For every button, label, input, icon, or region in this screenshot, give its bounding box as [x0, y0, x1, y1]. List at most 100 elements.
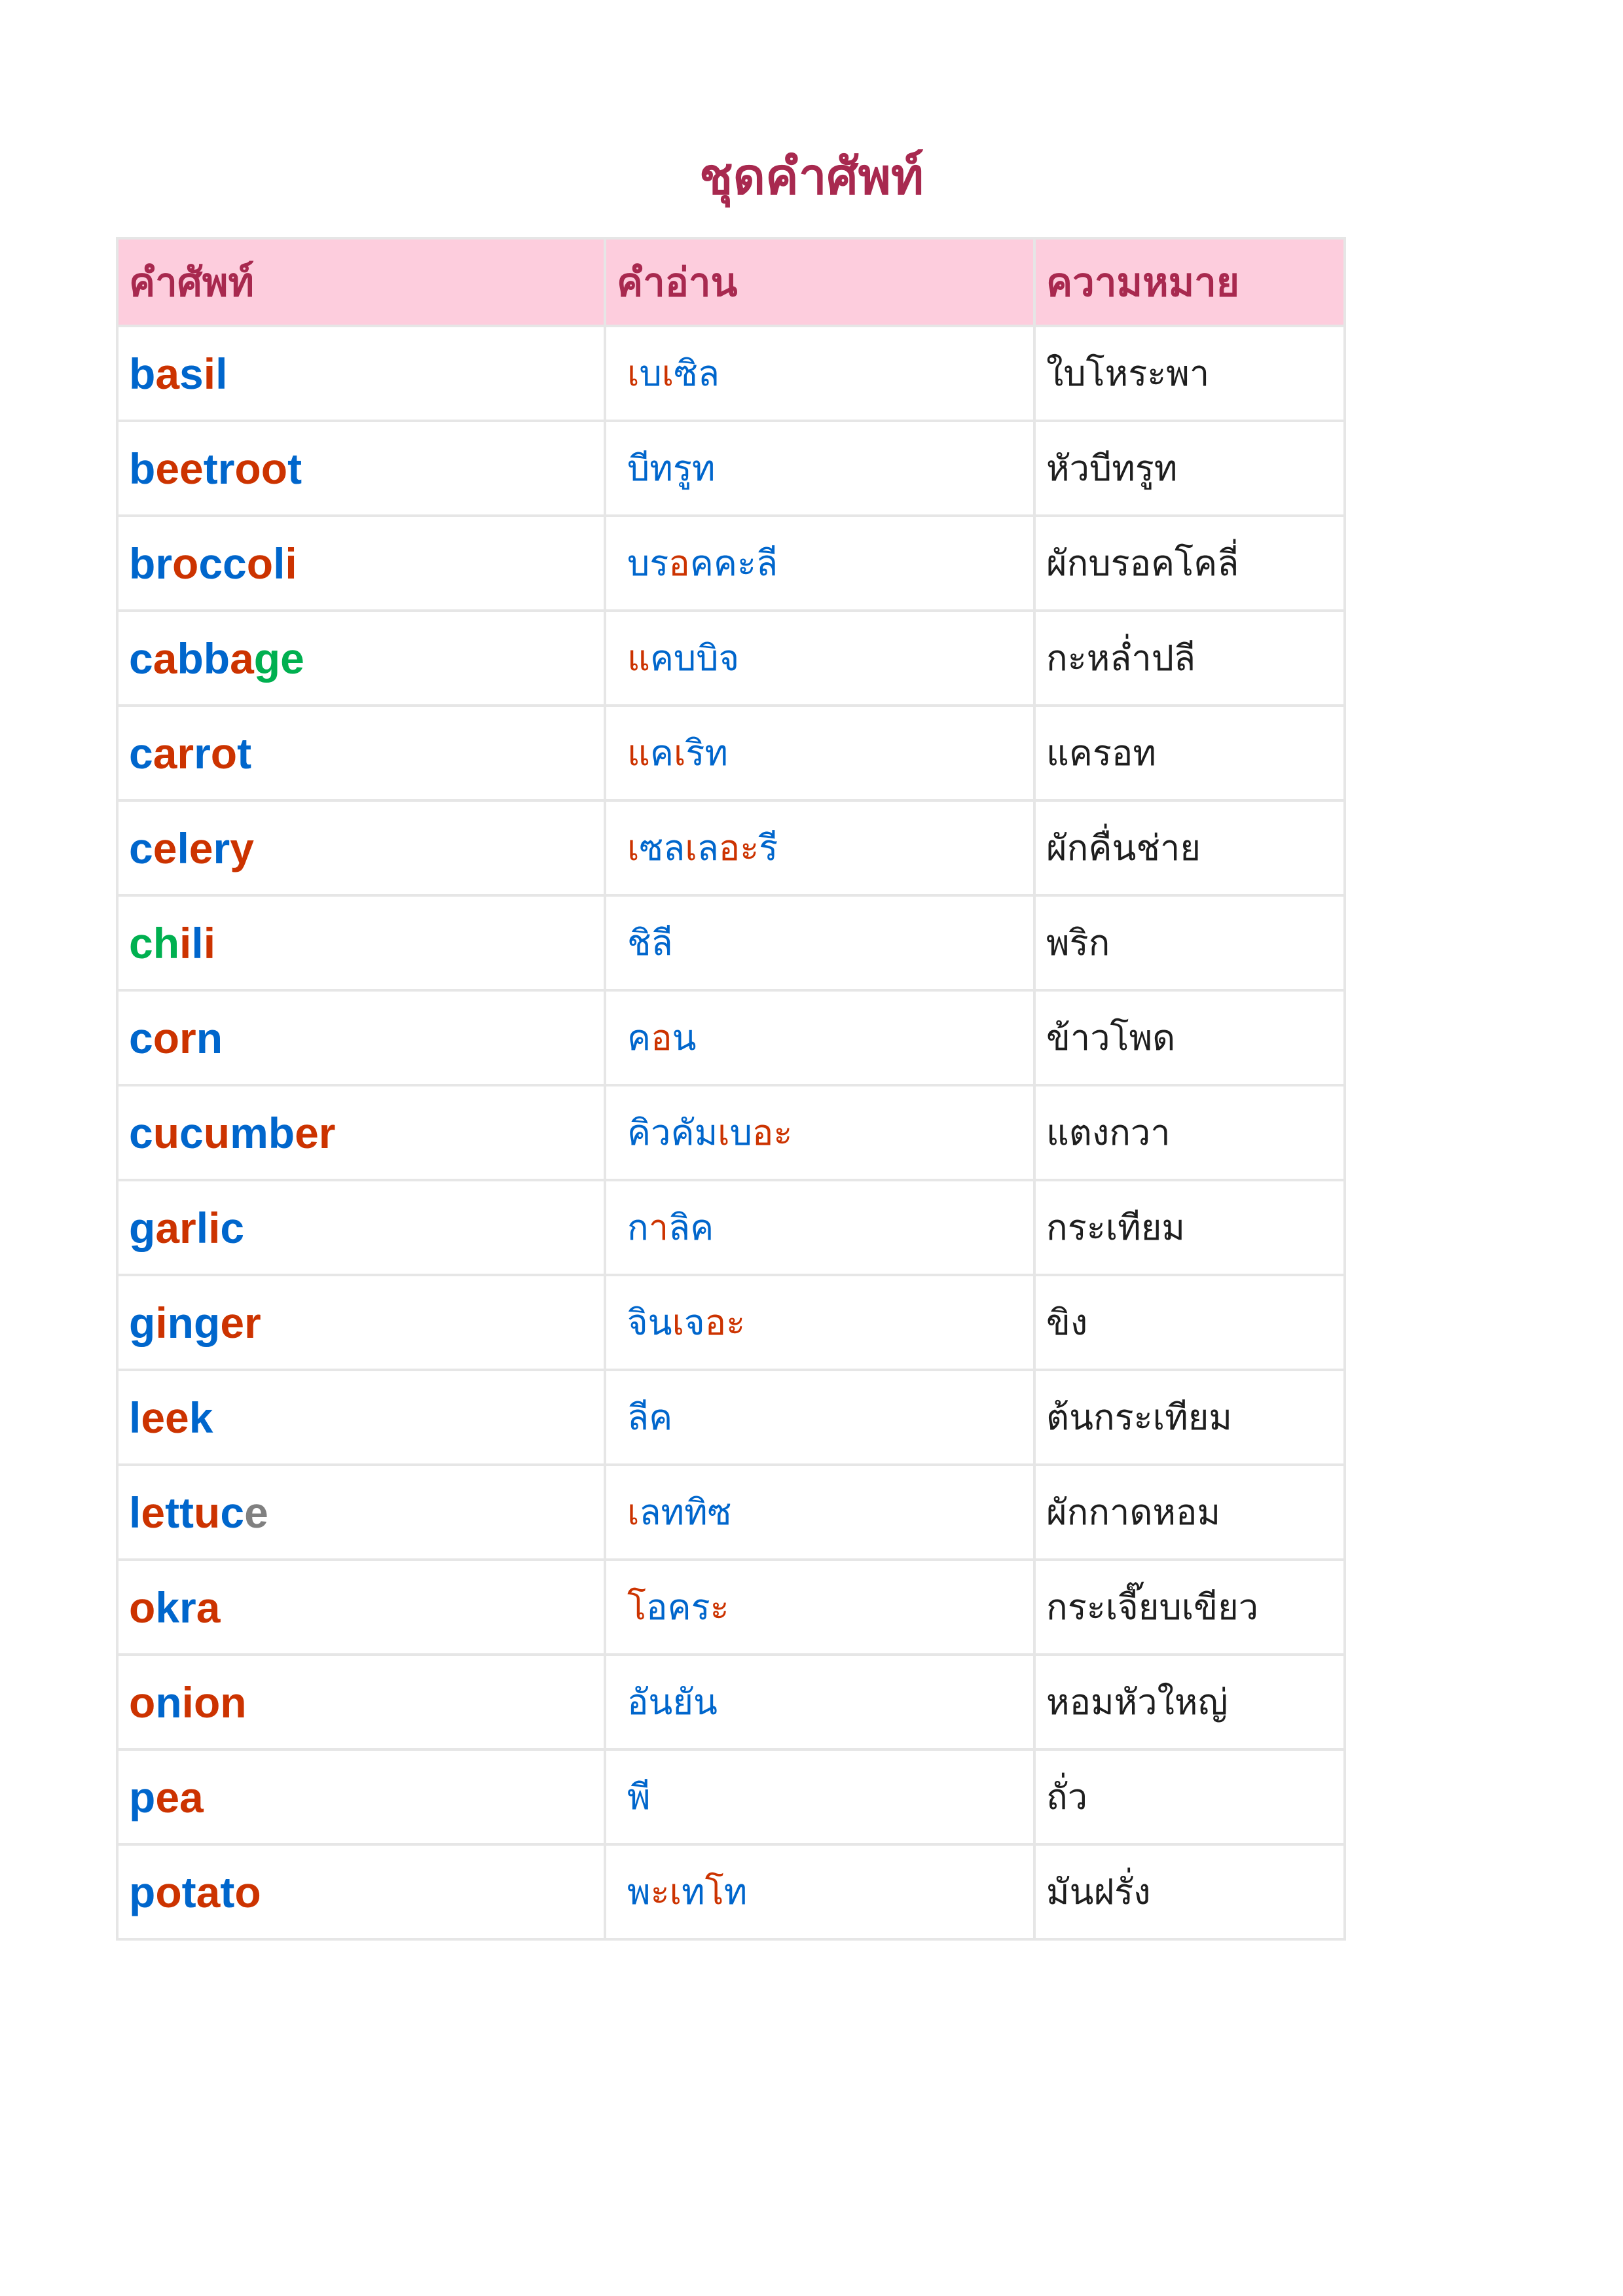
english-word: okra — [129, 1583, 220, 1632]
thai-meaning: กระเทียม — [1046, 1206, 1185, 1248]
meaning-cell: แครอท — [1033, 704, 1346, 802]
word-letter-segment: g — [129, 1203, 156, 1252]
pronunciation-segment: ค — [627, 1016, 651, 1058]
thai-pronunciation: พะเทโท — [617, 1874, 747, 1910]
word-letter-segment: l — [215, 349, 228, 398]
table-row: corn คอน ข้าวโพด — [116, 989, 1346, 1086]
thai-meaning: หัวบีทรูท — [1046, 447, 1178, 489]
pronunciation-segment: แ — [627, 732, 650, 774]
pronunciation-segment: บ — [729, 1111, 752, 1153]
thai-pronunciation: ลีค — [617, 1399, 672, 1435]
word-letter-segment: u — [203, 1108, 230, 1157]
english-word: basil — [129, 350, 227, 398]
english-word: potato — [129, 1868, 261, 1916]
word-letter-segment: a — [196, 1583, 221, 1632]
pronunciation-segment: อ — [651, 1016, 672, 1058]
word-letter-segment: i — [203, 349, 216, 398]
word-letter-segment: l — [129, 1488, 141, 1537]
vocabulary-cell: onion — [116, 1653, 606, 1751]
pronunciation-segment: ท — [682, 1871, 705, 1912]
pronunciation-segment: จิน — [627, 1301, 672, 1343]
thai-pronunciation: คิวคัมเบอะ — [617, 1115, 792, 1151]
english-word: corn — [129, 1014, 223, 1062]
word-letter-segment: a — [196, 1867, 221, 1916]
thai-pronunciation: เลททิซ — [617, 1494, 731, 1530]
thai-pronunciation: คอน — [617, 1020, 696, 1056]
thai-meaning: แตงกวา — [1046, 1111, 1171, 1153]
vocabulary-table: คำศัพท์ คำอ่าน ความหมาย basil เบเซิล ใบโหร… — [116, 237, 1346, 1941]
word-letter-segment: p — [129, 1867, 156, 1916]
thai-meaning: ข้าวโพด — [1046, 1016, 1176, 1058]
pronunciation-cell: จินเจอะ — [604, 1274, 1036, 1371]
word-letter-segment: n — [155, 1677, 182, 1727]
pronunciation-cell: พะเทโท — [604, 1843, 1036, 1941]
pronunciation-segment: ชิลี — [627, 922, 673, 963]
word-letter-segment: i — [285, 539, 297, 588]
meaning-cell: แตงกวา — [1033, 1084, 1346, 1181]
pronunciation-segment: แ — [627, 637, 650, 679]
table-row: chili ชิลี พริก — [116, 894, 1346, 992]
pronunciation-segment: บร — [627, 542, 669, 584]
pronunciation-segment: เ — [669, 1871, 682, 1912]
pronunciation-segment: โ — [627, 1586, 647, 1628]
english-word: broccoli — [129, 539, 297, 588]
word-letter-segment: l — [273, 539, 285, 588]
table-row: broccoli บรอคคะลี ผักบรอคโคลี่ — [116, 514, 1346, 612]
meaning-cell: ผักบรอคโคลี่ — [1033, 514, 1346, 612]
thai-pronunciation: จินเจอะ — [617, 1301, 745, 1343]
word-letter-segment: c — [129, 634, 153, 683]
word-letter-segment: e — [153, 823, 177, 872]
thai-meaning: แครอท — [1046, 732, 1156, 774]
word-letter-segment: ng — [167, 1298, 221, 1347]
meaning-cell: กระเทียม — [1033, 1179, 1346, 1276]
pronunciation-segment: อะ — [718, 827, 759, 869]
word-letter-segment: k — [189, 1393, 213, 1442]
word-letter-segment: a — [155, 349, 180, 398]
vocabulary-cell: broccoli — [116, 514, 606, 612]
pronunciation-segment: เ — [673, 732, 686, 774]
pronunciation-segment: น — [672, 1016, 697, 1058]
table-row: beetroot บีทรูท หัวบีทรูท — [116, 420, 1346, 517]
word-letter-segment: l — [196, 1203, 209, 1252]
english-word: cucumber — [129, 1109, 335, 1157]
pronunciation-segment: อคร — [646, 1586, 710, 1628]
meaning-cell: หอมหัวใหญ่ — [1033, 1653, 1346, 1751]
header-vocabulary: คำศัพท์ — [116, 237, 606, 327]
word-letter-segment: c — [220, 1203, 245, 1252]
english-word: celery — [129, 824, 254, 872]
word-letter-segment: c — [129, 1108, 153, 1157]
pronunciation-segment: ท — [723, 1871, 748, 1912]
word-letter-segment: l — [177, 823, 189, 872]
pronunciation-segment: เ — [661, 352, 674, 394]
word-letter-segment: t — [220, 1867, 235, 1916]
pronunciation-cell: แคเริท — [604, 704, 1036, 802]
word-letter-segment: o — [129, 1677, 156, 1727]
pronunciation-segment: เ — [685, 827, 697, 869]
thai-pronunciation: แคบบิจ — [617, 640, 739, 676]
word-letter-segment: c — [129, 1013, 153, 1062]
word-letter-segment: i — [208, 1203, 221, 1252]
vocabulary-cell: leek — [116, 1369, 606, 1466]
word-letter-segment: mb — [230, 1108, 295, 1157]
pronunciation-segment: พี — [627, 1776, 651, 1818]
thai-meaning: กะหล่ำปลี — [1046, 637, 1196, 679]
vocabulary-cell: cucumber — [116, 1084, 606, 1181]
thai-pronunciation: บรอคคะลี — [617, 542, 778, 584]
pronunciation-cell: เซลเลอะรี — [604, 799, 1036, 897]
thai-meaning: ถั่ว — [1046, 1776, 1088, 1818]
pronunciation-segment: อันยัน — [627, 1681, 718, 1723]
meaning-cell: ขิง — [1033, 1274, 1346, 1371]
word-letter-segment: c — [179, 1108, 204, 1157]
vocabulary-table-body: basil เบเซิล ใบโหระพา beetroot บีทรูท หัวบีทร… — [116, 325, 1346, 1941]
english-word: onion — [129, 1678, 247, 1727]
thai-meaning: ผักคื่นช่าย — [1046, 827, 1201, 869]
pronunciation-segment: คิวคัม — [627, 1111, 718, 1153]
word-letter-segment: c — [129, 823, 153, 872]
pronunciation-cell: ลีค — [604, 1369, 1036, 1466]
word-letter-segment: r — [194, 728, 211, 778]
word-letter-segment: l — [129, 1393, 141, 1442]
pronunciation-cell: คอน — [604, 989, 1036, 1086]
thai-meaning: พริก — [1046, 922, 1110, 963]
table-row: leek ลีค ต้นกระเทียม — [116, 1369, 1346, 1466]
word-letter-segment: i — [179, 918, 192, 967]
